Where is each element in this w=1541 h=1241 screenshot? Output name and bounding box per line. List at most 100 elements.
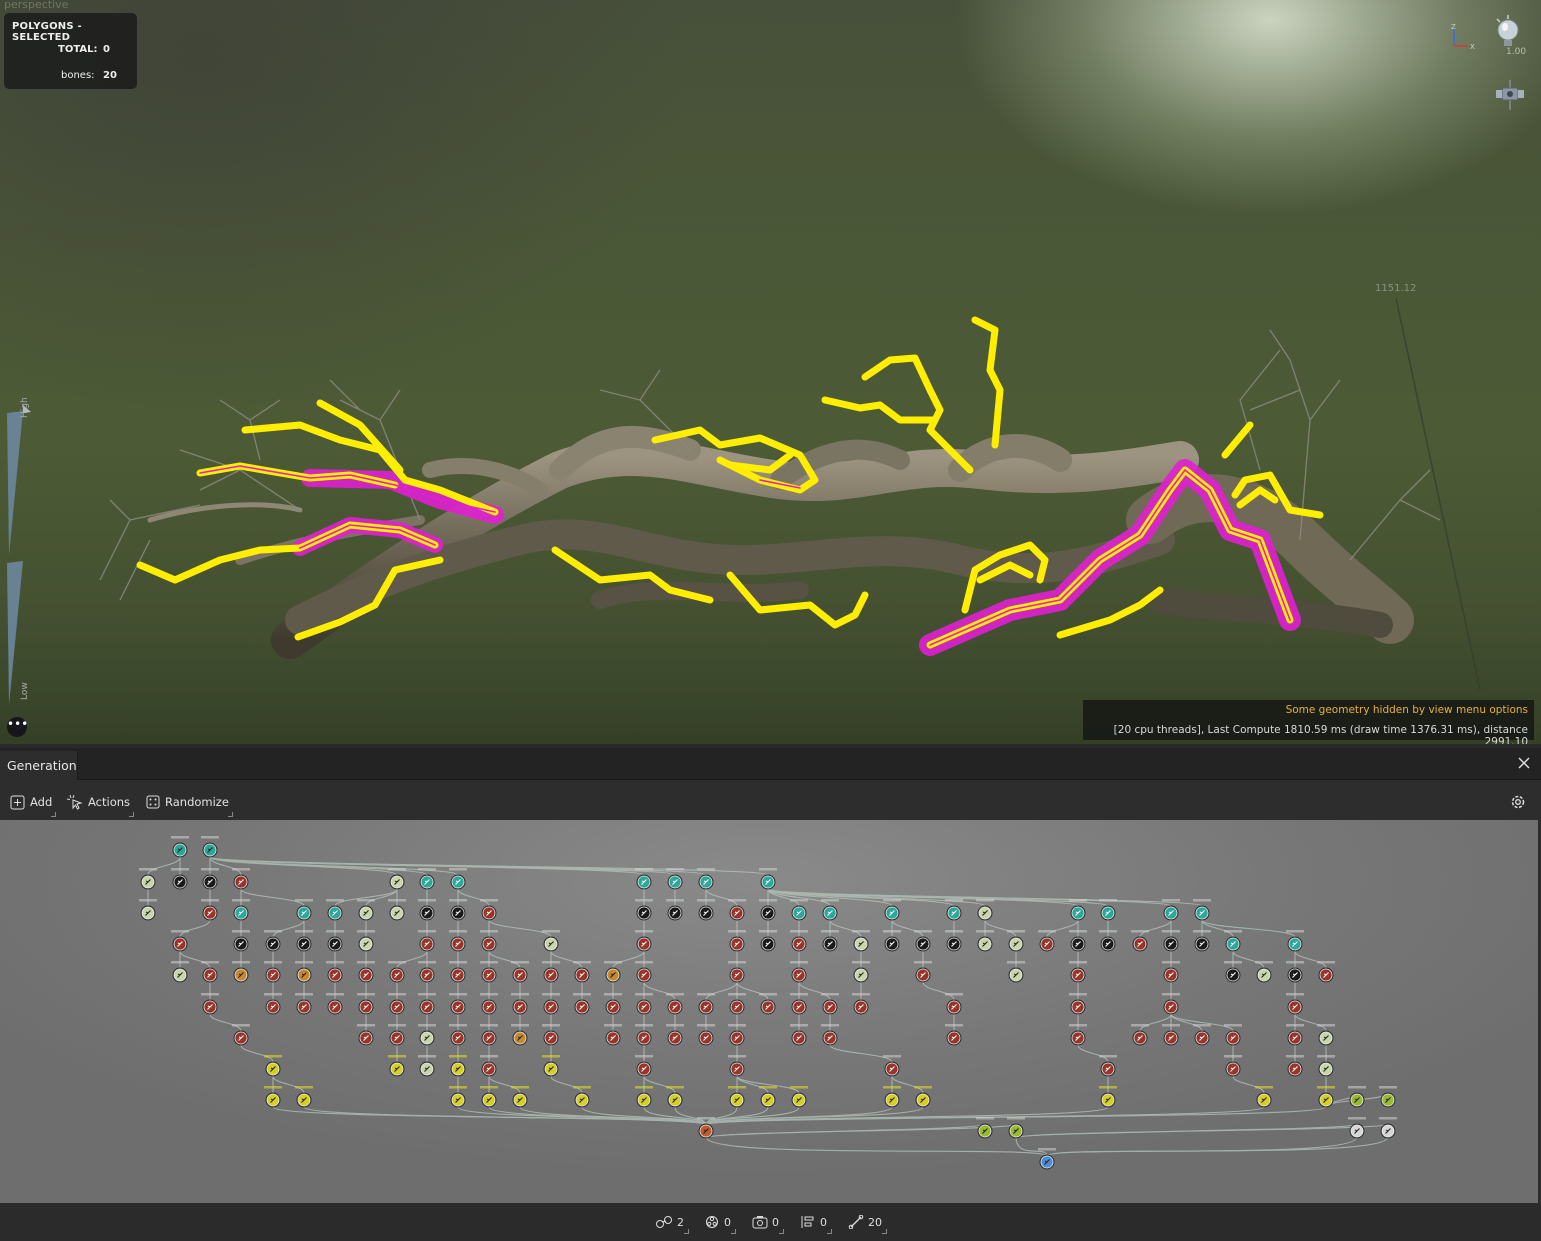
graph-node[interactable]	[1255, 961, 1273, 983]
graph-node[interactable]	[1193, 1024, 1211, 1046]
graph-node[interactable]	[759, 868, 777, 890]
graph-node[interactable]	[511, 961, 529, 983]
graph-node[interactable]	[264, 1055, 282, 1077]
compute-stats-text: [20 cpu threads], Last Compute 1810.59 m…	[1113, 724, 1528, 744]
actions-button[interactable]: Actions	[67, 791, 135, 817]
panel-tab-bar: Generation	[0, 748, 1541, 780]
hidden-geometry-warning: Some geometry hidden by view menu option…	[1285, 704, 1528, 716]
graph-node[interactable]	[1007, 930, 1025, 952]
scene-tree-render[interactable]	[0, 0, 1541, 744]
status-bones[interactable]: 20	[848, 1214, 887, 1234]
status-cameras-value: 0	[772, 1215, 779, 1229]
status-node-links[interactable]: 2	[655, 1214, 689, 1234]
graph-node[interactable]	[1099, 1055, 1117, 1077]
camera-navigation-icon[interactable]	[1494, 78, 1526, 112]
graph-node[interactable]	[1007, 1117, 1025, 1139]
status-bones-value: 20	[868, 1215, 882, 1229]
graph-node[interactable]	[264, 930, 282, 952]
graph-node[interactable]	[821, 993, 839, 1015]
3d-viewport[interactable]: perspective POLYGONS - SELECTED TOTAL: 0…	[0, 0, 1541, 744]
randomize-label: Randomize	[165, 795, 229, 809]
graph-node[interactable]	[573, 961, 591, 983]
randomize-button[interactable]: Randomize	[146, 791, 233, 817]
graph-node[interactable]	[480, 899, 498, 921]
graph-node[interactable]	[883, 899, 901, 921]
generation-toolbar: Add Actions Randomize	[0, 780, 1541, 820]
add-label: Add	[30, 795, 53, 809]
cursor-click-icon	[67, 794, 83, 810]
graph-node[interactable]	[1131, 930, 1149, 952]
graph-node[interactable]	[388, 868, 406, 890]
graph-node[interactable]	[171, 930, 189, 952]
stats-bones-value: 20	[103, 70, 117, 81]
graph-node[interactable]	[449, 868, 467, 890]
graph-node[interactable]	[1379, 1117, 1397, 1139]
graph-node[interactable]	[171, 836, 189, 858]
status-cameras[interactable]: 0	[752, 1214, 784, 1234]
graph-node[interactable]	[976, 1117, 994, 1139]
graph-node[interactable]	[666, 993, 684, 1015]
graph-node[interactable]	[139, 868, 157, 890]
graph-node[interactable]	[945, 993, 963, 1015]
graph-node[interactable]	[1348, 1086, 1366, 1108]
graph-node[interactable]	[1224, 930, 1242, 952]
graph-node[interactable]	[388, 961, 406, 983]
stats-total-label: TOTAL:	[58, 44, 98, 55]
graph-node[interactable]	[697, 993, 715, 1015]
graph-node[interactable]	[232, 1024, 250, 1046]
light-intensity-value: 1.00	[1506, 47, 1527, 57]
graph-node[interactable]	[1131, 1024, 1149, 1046]
graph-node[interactable]	[1255, 1086, 1273, 1108]
status-scene-objects[interactable]: 0	[704, 1214, 736, 1234]
stats-bones-label: bones:	[61, 70, 95, 81]
bone-icon	[848, 1215, 864, 1229]
actions-label: Actions	[88, 795, 131, 809]
graph-node[interactable]	[790, 899, 808, 921]
light-bulb-icon[interactable]	[1493, 14, 1523, 50]
gear-icon[interactable]	[1509, 793, 1527, 811]
graph-node[interactable]	[914, 930, 932, 952]
graph-node[interactable]	[852, 930, 870, 952]
axis-gizmo-icon[interactable]: Z X	[1450, 22, 1480, 50]
graph-node[interactable]	[666, 1086, 684, 1108]
graph-node[interactable]	[759, 1086, 777, 1108]
distance-measure-label: 1151.12	[1375, 283, 1417, 294]
add-icon	[10, 795, 25, 809]
graph-node[interactable]	[1193, 899, 1211, 921]
status-scene-objects-value: 0	[724, 1215, 731, 1229]
selection-stats-overlay: POLYGONS - SELECTED TOTAL: 0 bones: 20	[4, 13, 137, 89]
graph-node[interactable]	[232, 868, 250, 890]
stats-total-value: 0	[103, 44, 110, 55]
graph-node[interactable]	[728, 899, 746, 921]
graph-node[interactable]	[573, 1086, 591, 1108]
graph-node[interactable]	[1317, 1024, 1335, 1046]
graph-node[interactable]	[201, 961, 219, 983]
graph-node[interactable]	[511, 1086, 529, 1108]
graph-node[interactable]	[1038, 930, 1056, 952]
stats-title: POLYGONS - SELECTED	[12, 21, 82, 43]
graph-node[interactable]	[759, 993, 777, 1015]
graph-node[interactable]	[976, 899, 994, 921]
graph-node[interactable]	[1317, 961, 1335, 983]
svg-text:X: X	[1470, 43, 1475, 50]
graph-node[interactable]	[1379, 1086, 1397, 1108]
graph-node[interactable]	[1348, 1117, 1366, 1139]
node-graph-canvas[interactable]	[0, 820, 1538, 1203]
add-button[interactable]: Add	[10, 791, 57, 817]
generation-panel: Generation Add Actions Randomize 2 0 0 0…	[0, 748, 1541, 1241]
camera-icon	[752, 1216, 768, 1229]
lod-slider[interactable]	[5, 405, 33, 710]
graph-node[interactable]	[1099, 899, 1117, 921]
graph-node[interactable]	[914, 1086, 932, 1108]
graph-node[interactable]	[201, 836, 219, 858]
viewport-more-button[interactable]: •••	[7, 717, 28, 737]
graph-node[interactable]	[295, 1086, 313, 1108]
tab-generation[interactable]: Generation	[0, 751, 78, 780]
graph-node[interactable]	[357, 899, 375, 921]
close-icon[interactable]	[1515, 754, 1533, 772]
status-layers[interactable]: 0	[800, 1214, 832, 1234]
graph-node[interactable]	[604, 961, 622, 983]
node-link-icon	[656, 1216, 672, 1228]
node-graph[interactable]	[0, 820, 1538, 1203]
lod-low-label: Low	[20, 682, 30, 700]
